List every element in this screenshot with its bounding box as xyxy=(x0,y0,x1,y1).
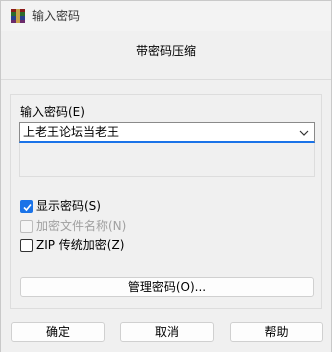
encrypt-filenames-checkbox-row: 加密文件名称(N) xyxy=(20,218,126,234)
dialog-subtitle: 带密码压缩 xyxy=(135,44,196,58)
show-password-label: 显示密码(S) xyxy=(36,199,101,213)
title-bar: 输入密码 xyxy=(1,1,331,31)
header-divider xyxy=(1,79,331,80)
password-value: 上老王论坛当老王 xyxy=(23,125,120,139)
check-icon xyxy=(23,203,32,211)
zip-legacy-checkbox-row[interactable]: ZIP 传统加密(Z) xyxy=(20,237,124,253)
zip-legacy-checkbox[interactable] xyxy=(20,238,33,252)
manage-passwords-button[interactable]: 管理密码(O)... xyxy=(20,277,314,297)
password-input[interactable]: 上老王论坛当老王 xyxy=(19,122,315,143)
ok-button[interactable]: 确定 xyxy=(11,322,105,342)
encrypt-filenames-label: 加密文件名称(N) xyxy=(36,219,127,233)
show-password-checkbox[interactable] xyxy=(20,199,33,213)
password-label: 输入密码(E) xyxy=(20,105,85,119)
chevron-down-icon[interactable] xyxy=(299,127,309,137)
show-password-checkbox-row[interactable]: 显示密码(S) xyxy=(20,198,101,214)
winrar-app-icon xyxy=(10,8,26,24)
password-reenter-area xyxy=(19,143,315,177)
cancel-button[interactable]: 取消 xyxy=(120,322,214,342)
window-title: 输入密码 xyxy=(32,9,81,23)
encrypt-filenames-checkbox xyxy=(20,219,33,233)
zip-legacy-label: ZIP 传统加密(Z) xyxy=(36,238,125,252)
password-dialog: 输入密码 带密码压缩 输入密码(E) 上老王论坛当老王 显示密码(S) 加密文件… xyxy=(0,0,332,352)
help-button[interactable]: 帮助 xyxy=(230,322,323,342)
